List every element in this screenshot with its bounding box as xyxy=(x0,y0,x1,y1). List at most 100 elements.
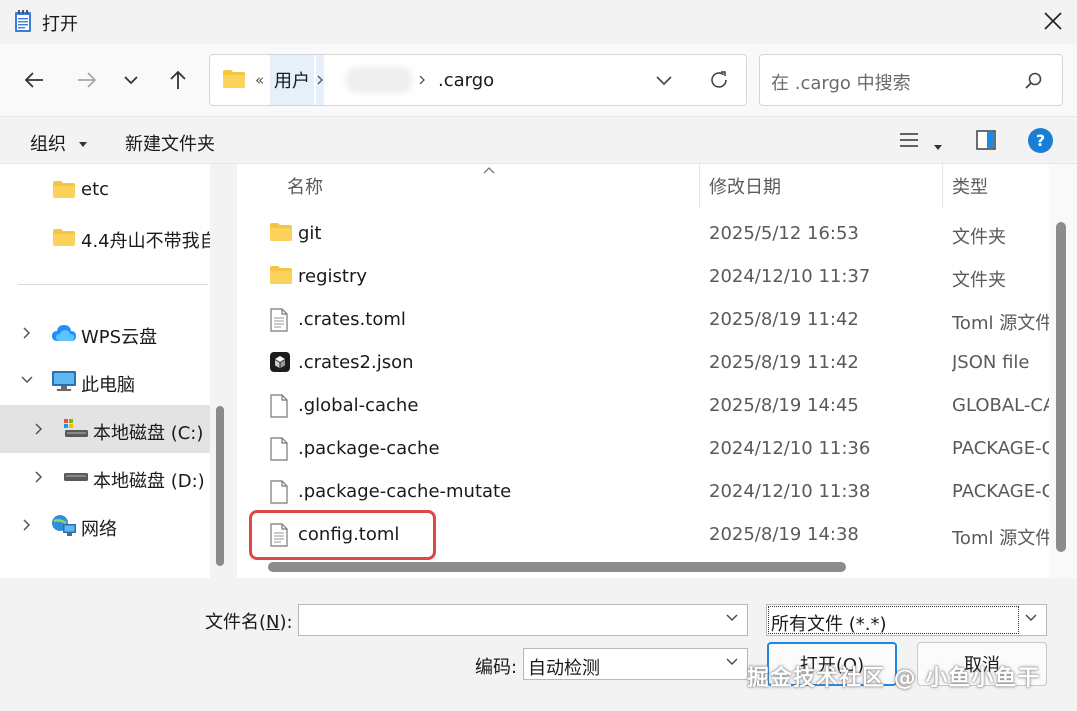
filename-label-text: 文件名( xyxy=(205,612,267,633)
file-row[interactable]: git 2025/5/12 16:53 文件夹 xyxy=(237,213,1049,256)
window-title: 打开 xyxy=(42,14,78,35)
column-header-type[interactable]: 类型 xyxy=(952,164,988,208)
file-row[interactable]: registry 2024/12/10 11:37 文件夹 xyxy=(237,256,1049,299)
chevron-down-icon[interactable] xyxy=(725,655,739,669)
file-type-select[interactable]: 所有文件 (*.*) xyxy=(766,604,1047,636)
navigation-pane: etc 4.4舟山不带我自 WPS云盘 此电脑 本地磁盘 (C:) 本地磁盘 (… xyxy=(0,164,232,578)
column-separator[interactable] xyxy=(699,164,700,208)
chevron-down-icon[interactable] xyxy=(725,611,739,625)
file-name: .crates.toml xyxy=(298,309,406,330)
chevron-down-icon[interactable] xyxy=(1024,611,1038,625)
chevron-right-icon[interactable] xyxy=(34,422,44,436)
help-button[interactable]: ? xyxy=(1028,128,1053,153)
sort-ascending-icon xyxy=(483,167,495,174)
column-separator[interactable] xyxy=(942,164,943,208)
sidebar-item-label: 本地磁盘 (C:) xyxy=(93,423,204,444)
chevron-right-icon[interactable] xyxy=(22,518,32,532)
chevron-down-icon[interactable] xyxy=(20,375,34,385)
encoding-value: 自动检测 xyxy=(528,658,600,679)
file-row[interactable]: .crates.toml 2025/8/19 11:42 Toml 源文件 xyxy=(237,299,1050,342)
encoding-select[interactable]: 自动检测 xyxy=(523,648,748,680)
up-button[interactable] xyxy=(164,66,192,94)
file-name: .package-cache-mutate xyxy=(298,481,512,502)
file-type: 文件夹 xyxy=(952,227,1006,248)
file-modified-date: 2025/8/19 11:42 xyxy=(709,309,859,330)
organize-button[interactable]: 组织 xyxy=(30,130,88,156)
file-type: 文件夹 xyxy=(952,270,1006,291)
folder-icon xyxy=(269,222,292,246)
file-type: Toml 源文件 xyxy=(952,528,1050,549)
sidebar-item-label: etc xyxy=(81,179,110,200)
sidebar-item-etc[interactable]: etc xyxy=(0,165,210,213)
breadcrumb-separator[interactable] xyxy=(316,55,324,105)
cloud-icon xyxy=(52,325,76,341)
blank-file-icon xyxy=(269,480,291,504)
file-name: .package-cache xyxy=(298,438,440,459)
address-bar[interactable]: « 用户 .cargo xyxy=(209,54,747,106)
sidebar-scrollbar-thumb[interactable] xyxy=(216,406,224,566)
chevron-right-icon[interactable] xyxy=(34,470,44,484)
filename-field[interactable] xyxy=(298,604,748,636)
refresh-icon xyxy=(711,71,727,88)
text-file-icon xyxy=(269,308,291,332)
horizontal-scrollbar-thumb[interactable] xyxy=(268,562,846,572)
file-row[interactable]: .global-cache 2025/8/19 14:45 GLOBAL-CACHE xyxy=(237,385,1050,428)
caret-down-icon xyxy=(934,145,942,150)
address-history-dropdown[interactable] xyxy=(654,55,674,105)
file-row[interactable]: .package-cache-mutate 2024/12/10 11:38 PAC… xyxy=(237,471,1050,514)
sidebar-item-wps-cloud[interactable]: WPS云盘 xyxy=(0,309,210,357)
address-overflow[interactable]: « xyxy=(255,55,264,105)
list-view-icon xyxy=(900,133,918,147)
file-modified-date: 2025/5/12 16:53 xyxy=(709,223,859,244)
filename-label: 文件名(N): xyxy=(205,608,293,634)
preview-pane-button[interactable] xyxy=(976,130,996,155)
search-icon[interactable] xyxy=(1024,71,1044,91)
folder-icon xyxy=(53,181,75,198)
file-modified-date: 2025/8/19 11:42 xyxy=(709,352,859,373)
breadcrumb-users[interactable]: 用户 xyxy=(270,55,314,105)
search-box[interactable]: 在 .cargo 中搜索 xyxy=(759,54,1063,106)
chevron-right-icon[interactable] xyxy=(22,326,32,340)
breadcrumb-cargo[interactable]: .cargo xyxy=(438,55,494,105)
breadcrumb-separator-2[interactable] xyxy=(418,55,426,105)
search-input[interactable]: 在 .cargo 中搜索 xyxy=(771,69,911,95)
file-row[interactable]: .package-cache 2024/12/10 11:36 PACKAGE-CA… xyxy=(237,428,1050,471)
filename-label-end: ): xyxy=(279,612,293,633)
folder-icon xyxy=(269,265,292,289)
view-options-button[interactable] xyxy=(898,131,920,154)
chevron-down-icon xyxy=(124,76,138,85)
file-modified-date: 2024/12/10 11:38 xyxy=(709,481,871,502)
file-list-scrollbar-thumb[interactable] xyxy=(1056,222,1066,552)
organize-label: 组织 xyxy=(30,134,66,155)
file-type-value: 所有文件 (*.*) xyxy=(771,614,887,635)
close-button[interactable] xyxy=(1038,6,1068,36)
file-row[interactable]: .crates2.json 2025/8/19 11:42 JSON file xyxy=(237,342,1049,385)
filename-accesskey: N xyxy=(266,612,280,633)
column-header-name[interactable]: 名称 xyxy=(287,164,323,208)
encoding-label: 编码: xyxy=(475,657,518,678)
sidebar-item-drive-d[interactable]: 本地磁盘 (D:) xyxy=(0,453,210,501)
file-type: GLOBAL-CACHE xyxy=(952,395,1050,416)
file-name: .global-cache xyxy=(298,395,419,416)
watermark: 掘金技术社区 @ 小鱼小鱼干 xyxy=(747,666,1041,691)
back-button[interactable] xyxy=(20,66,48,94)
sidebar-item-label: 网络 xyxy=(81,519,117,540)
title-bar: 打开 xyxy=(0,0,1077,44)
sidebar-item-drive-c[interactable]: 本地磁盘 (C:) xyxy=(0,405,210,453)
file-name: registry xyxy=(298,266,367,287)
forward-button[interactable] xyxy=(73,66,101,94)
system-drive-icon xyxy=(64,419,88,437)
sidebar-item-this-pc[interactable]: 此电脑 xyxy=(0,357,210,405)
file-name: .crates2.json xyxy=(298,352,414,373)
sidebar-item-label: 4.4舟山不带我自 xyxy=(81,231,210,252)
recent-locations-button[interactable] xyxy=(117,66,145,94)
folder-icon xyxy=(223,70,245,88)
refresh-button[interactable] xyxy=(708,55,730,105)
new-folder-button[interactable]: 新建文件夹 xyxy=(125,130,215,156)
sidebar-item-network[interactable]: 网络 xyxy=(0,501,210,549)
view-options-dropdown[interactable] xyxy=(933,136,943,157)
sidebar-item-folder-zhoushan[interactable]: 4.4舟山不带我自 xyxy=(0,213,210,261)
column-header-date[interactable]: 修改日期 xyxy=(709,164,781,208)
breadcrumb-blurred-user[interactable] xyxy=(346,55,412,105)
notepad-icon xyxy=(15,10,31,32)
